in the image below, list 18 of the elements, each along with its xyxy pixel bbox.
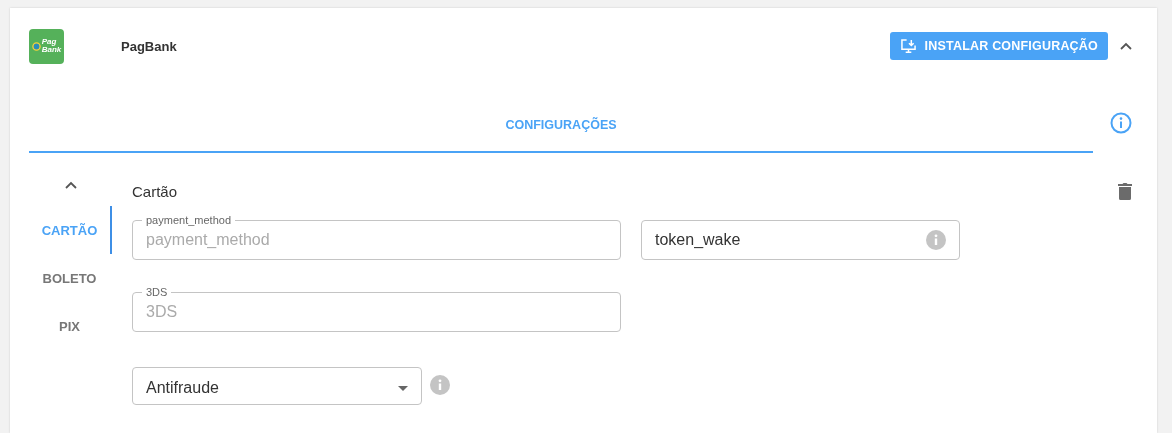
dropdown[interactable]: Antifraude	[132, 367, 422, 405]
logo: Pag Bank	[29, 28, 64, 64]
delete-icon[interactable]	[1118, 182, 1132, 200]
side-tab[interactable]: BOLETO	[29, 254, 112, 302]
field-label: payment_method	[142, 214, 235, 226]
side-tab[interactable]: CARTÃO	[29, 206, 112, 254]
side-tab[interactable]: PIX	[29, 302, 112, 350]
tab[interactable]: CONFIGURAÇÕES	[29, 93, 1093, 153]
download-icon	[899, 38, 917, 54]
collapse-icon[interactable]	[1120, 42, 1132, 50]
text-field[interactable]: token_wake	[641, 220, 960, 260]
collapse-icon[interactable]	[64, 181, 77, 189]
app-title: PagBank	[121, 38, 178, 54]
install-button[interactable]: INSTALAR CONFIGURAÇÃO	[889, 32, 1108, 60]
info-icon[interactable]	[1110, 112, 1132, 134]
field-label: 3DS	[142, 286, 172, 298]
dropdown-arrow-icon	[398, 385, 408, 391]
section-title: Cartão	[132, 182, 178, 200]
